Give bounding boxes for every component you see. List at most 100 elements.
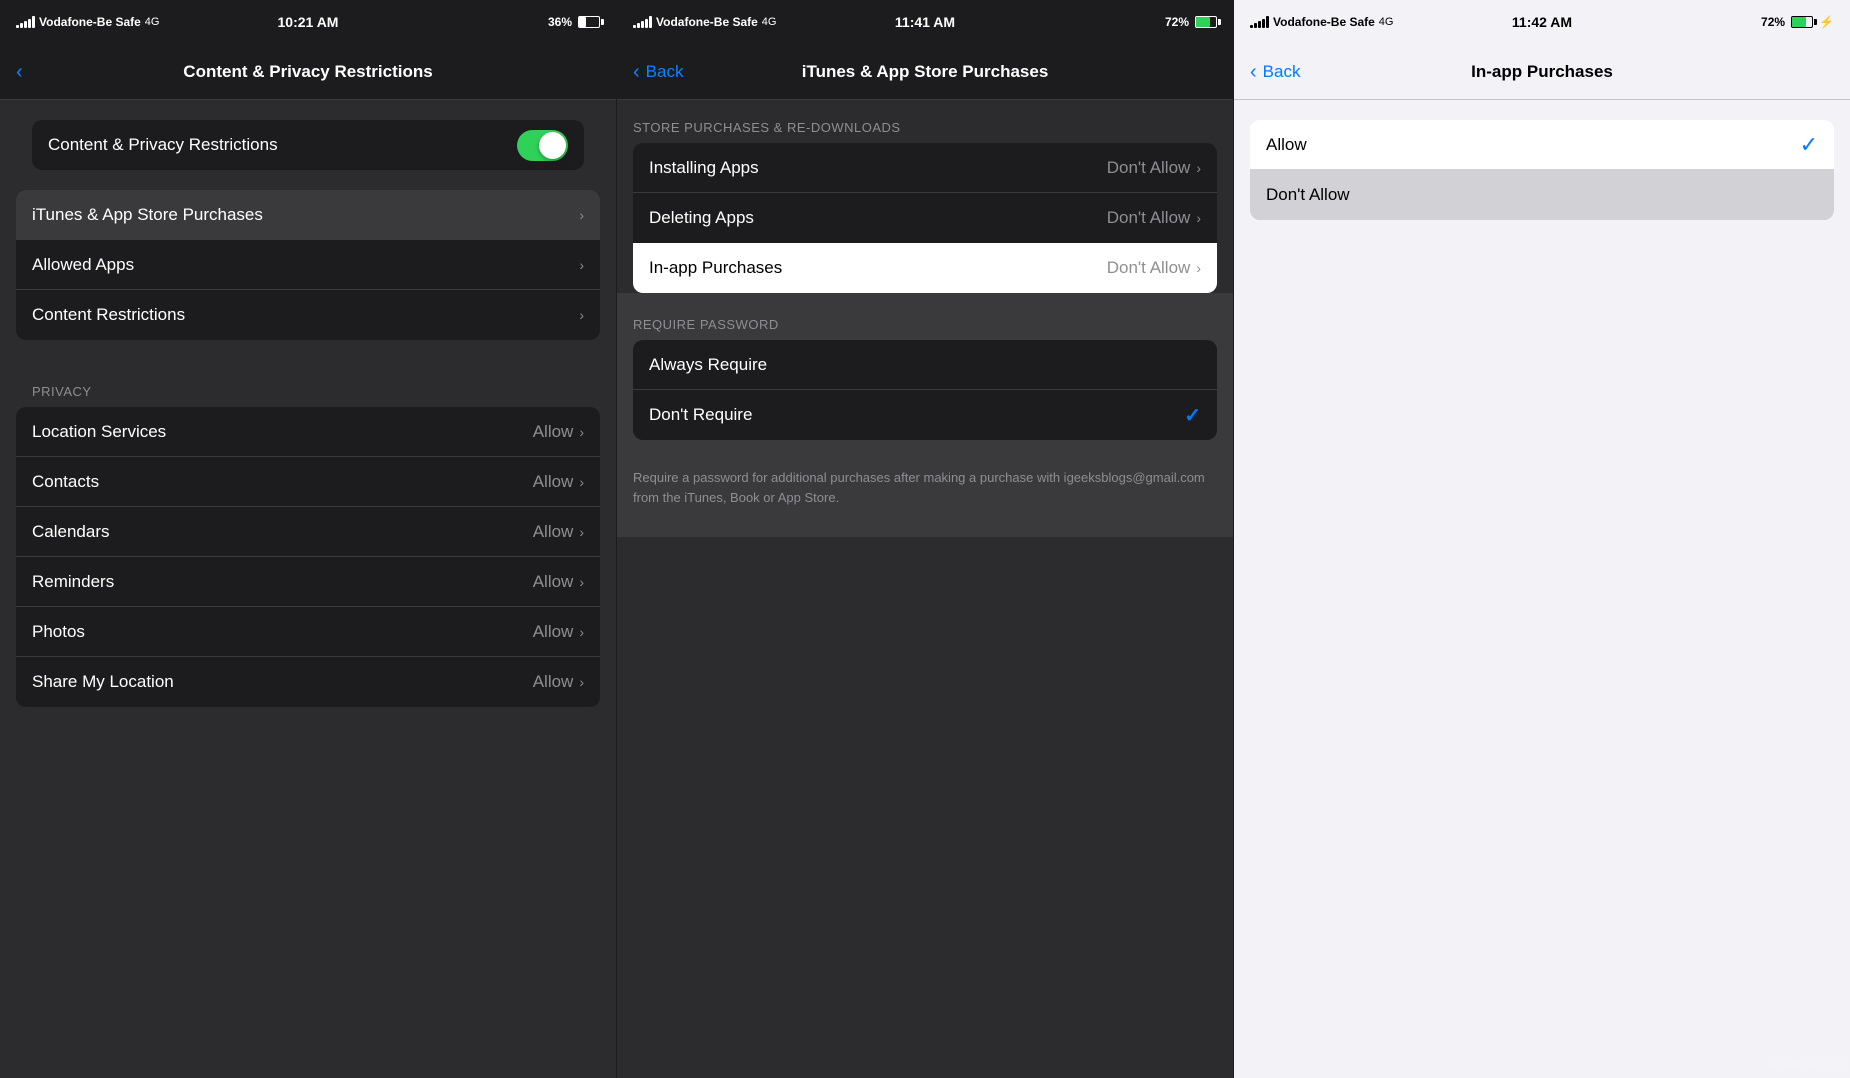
reminders-chevron: › [579, 574, 584, 590]
battery-icon-3 [1791, 16, 1813, 28]
share-location-value: Allow [533, 672, 574, 692]
reminders-label: Reminders [32, 572, 533, 592]
deleting-apps-label: Deleting Apps [649, 208, 1107, 228]
always-require-label: Always Require [649, 355, 1201, 375]
photos-chevron: › [579, 624, 584, 640]
content-2: STORE PURCHASES & RE-DOWNLOADS Installin… [617, 100, 1233, 1078]
location-services-row[interactable]: Location Services Allow › [16, 407, 600, 457]
dont-require-row[interactable]: Don't Require ✓ [633, 390, 1217, 440]
dont-require-right: ✓ [1184, 403, 1201, 428]
battery-pct-1: 36% [548, 15, 572, 29]
require-password-header: REQUIRE PASSWORD [617, 293, 1233, 340]
network-1: 4G [145, 16, 160, 28]
inapp-purchases-right: Don't Allow › [1107, 258, 1201, 278]
share-location-right: Allow › [533, 672, 584, 692]
battery-fill-1 [579, 17, 586, 27]
options-section: Allow ✓ Don't Allow [1234, 120, 1850, 220]
itunes-label: iTunes & App Store Purchases [32, 205, 579, 225]
photos-right: Allow › [533, 622, 584, 642]
back-label-3: Back [1263, 62, 1301, 82]
reminders-right: Allow › [533, 572, 584, 592]
carrier-3: Vodafone-Be Safe [1273, 15, 1375, 29]
itunes-chevron: › [579, 207, 584, 223]
chevron-back-1: ‹ [16, 62, 23, 82]
nav-title-1: Content & Privacy Restrictions [183, 62, 432, 82]
reminders-value: Allow [533, 572, 574, 592]
allowed-apps-row[interactable]: Allowed Apps › [16, 240, 600, 290]
dont-allow-label: Don't Allow [1266, 185, 1818, 205]
back-button-3[interactable]: ‹ Back [1250, 62, 1300, 82]
toggle-label: Content & Privacy Restrictions [48, 135, 517, 155]
photos-value: Allow [533, 622, 574, 642]
content-privacy-toggle-row[interactable]: Content & Privacy Restrictions [32, 120, 584, 170]
content-3: Allow ✓ Don't Allow [1234, 100, 1850, 1078]
nav-bar-2: ‹ Back iTunes & App Store Purchases [617, 44, 1233, 100]
toggle-knob [539, 132, 566, 159]
status-bar-2: Vodafone-Be Safe 4G 11:41 AM 72% [617, 0, 1233, 44]
location-right: Allow › [533, 422, 584, 442]
charging-icon: ⚡ [1819, 15, 1834, 29]
allow-checkmark: ✓ [1800, 132, 1818, 158]
content-privacy-toggle[interactable] [517, 130, 568, 161]
status-bar-3: Vodafone-Be Safe 4G 11:42 AM 72% ⚡ [1234, 0, 1850, 44]
deleting-apps-row[interactable]: Deleting Apps Don't Allow › [633, 193, 1217, 243]
status-left-3: Vodafone-Be Safe 4G [1250, 15, 1393, 29]
dont-require-check: ✓ [1184, 403, 1201, 428]
toggle-section: Content & Privacy Restrictions [16, 120, 600, 170]
signal-icon-1 [16, 16, 35, 28]
inapp-purchases-chevron: › [1196, 260, 1201, 276]
itunes-purchases-row[interactable]: iTunes & App Store Purchases › [16, 190, 600, 240]
battery-pct-3: 72% [1761, 15, 1785, 29]
status-right-1: 36% [548, 15, 600, 29]
privacy-group: Location Services Allow › Contacts Allow… [16, 407, 600, 707]
inapp-purchases-label: In-app Purchases [649, 258, 1107, 278]
share-location-row[interactable]: Share My Location Allow › [16, 657, 600, 707]
require-password-group: Always Require Don't Require ✓ [633, 340, 1217, 440]
battery-pct-2: 72% [1165, 15, 1189, 29]
time-1: 10:21 AM [278, 14, 339, 30]
status-bar-1: Vodafone-Be Safe 4G 10:21 AM 36% [0, 0, 616, 44]
content-restrictions-right: › [579, 307, 584, 323]
inapp-group: In-app Purchases Don't Allow › [633, 243, 1217, 293]
panel-inapp: Vodafone-Be Safe 4G 11:42 AM 72% ⚡ ‹ Bac… [1233, 0, 1850, 1078]
calendars-value: Allow [533, 522, 574, 542]
panel-itunes: Vodafone-Be Safe 4G 11:41 AM 72% ‹ Back … [616, 0, 1233, 1078]
chevron-back-2: ‹ [633, 62, 640, 82]
inapp-purchases-row[interactable]: In-app Purchases Don't Allow › [633, 243, 1217, 293]
battery-icon-1 [578, 16, 600, 28]
installing-apps-right: Don't Allow › [1107, 158, 1201, 178]
carrier-1: Vodafone-Be Safe [39, 15, 141, 29]
time-3: 11:42 AM [1512, 14, 1572, 30]
itunes-right: › [579, 207, 584, 223]
allow-row[interactable]: Allow ✓ [1250, 120, 1834, 170]
content-restrictions-row[interactable]: Content Restrictions › [16, 290, 600, 340]
contacts-right: Allow › [533, 472, 584, 492]
status-right-2: 72% [1165, 15, 1217, 29]
battery-fill-2 [1196, 17, 1210, 27]
content-restrictions-chevron: › [579, 307, 584, 323]
network-2: 4G [762, 16, 777, 28]
photos-label: Photos [32, 622, 533, 642]
contacts-row[interactable]: Contacts Allow › [16, 457, 600, 507]
toggle-group: Content & Privacy Restrictions [32, 120, 584, 170]
dont-allow-row[interactable]: Don't Allow [1250, 170, 1834, 220]
reminders-row[interactable]: Reminders Allow › [16, 557, 600, 607]
installing-apps-row[interactable]: Installing Apps Don't Allow › [633, 143, 1217, 193]
always-require-row[interactable]: Always Require [633, 340, 1217, 390]
photos-row[interactable]: Photos Allow › [16, 607, 600, 657]
back-button-2[interactable]: ‹ Back [633, 62, 683, 82]
calendars-chevron: › [579, 524, 584, 540]
allowed-apps-chevron: › [579, 257, 584, 273]
installing-apps-value: Don't Allow [1107, 158, 1191, 178]
battery-fill-3 [1792, 17, 1806, 27]
store-purchases-header: STORE PURCHASES & RE-DOWNLOADS [617, 100, 1233, 143]
panel-content-privacy: Vodafone-Be Safe 4G 10:21 AM 36% ‹ Conte… [0, 0, 616, 1078]
back-label-2: Back [646, 62, 684, 82]
location-value: Allow [533, 422, 574, 442]
store-purchases-group-top: Installing Apps Don't Allow › Deleting A… [633, 143, 1217, 243]
back-button-1[interactable]: ‹ [16, 62, 25, 82]
content-restrictions-label: Content Restrictions [32, 305, 579, 325]
calendars-row[interactable]: Calendars Allow › [16, 507, 600, 557]
contacts-label: Contacts [32, 472, 533, 492]
signal-icon-2 [633, 16, 652, 28]
